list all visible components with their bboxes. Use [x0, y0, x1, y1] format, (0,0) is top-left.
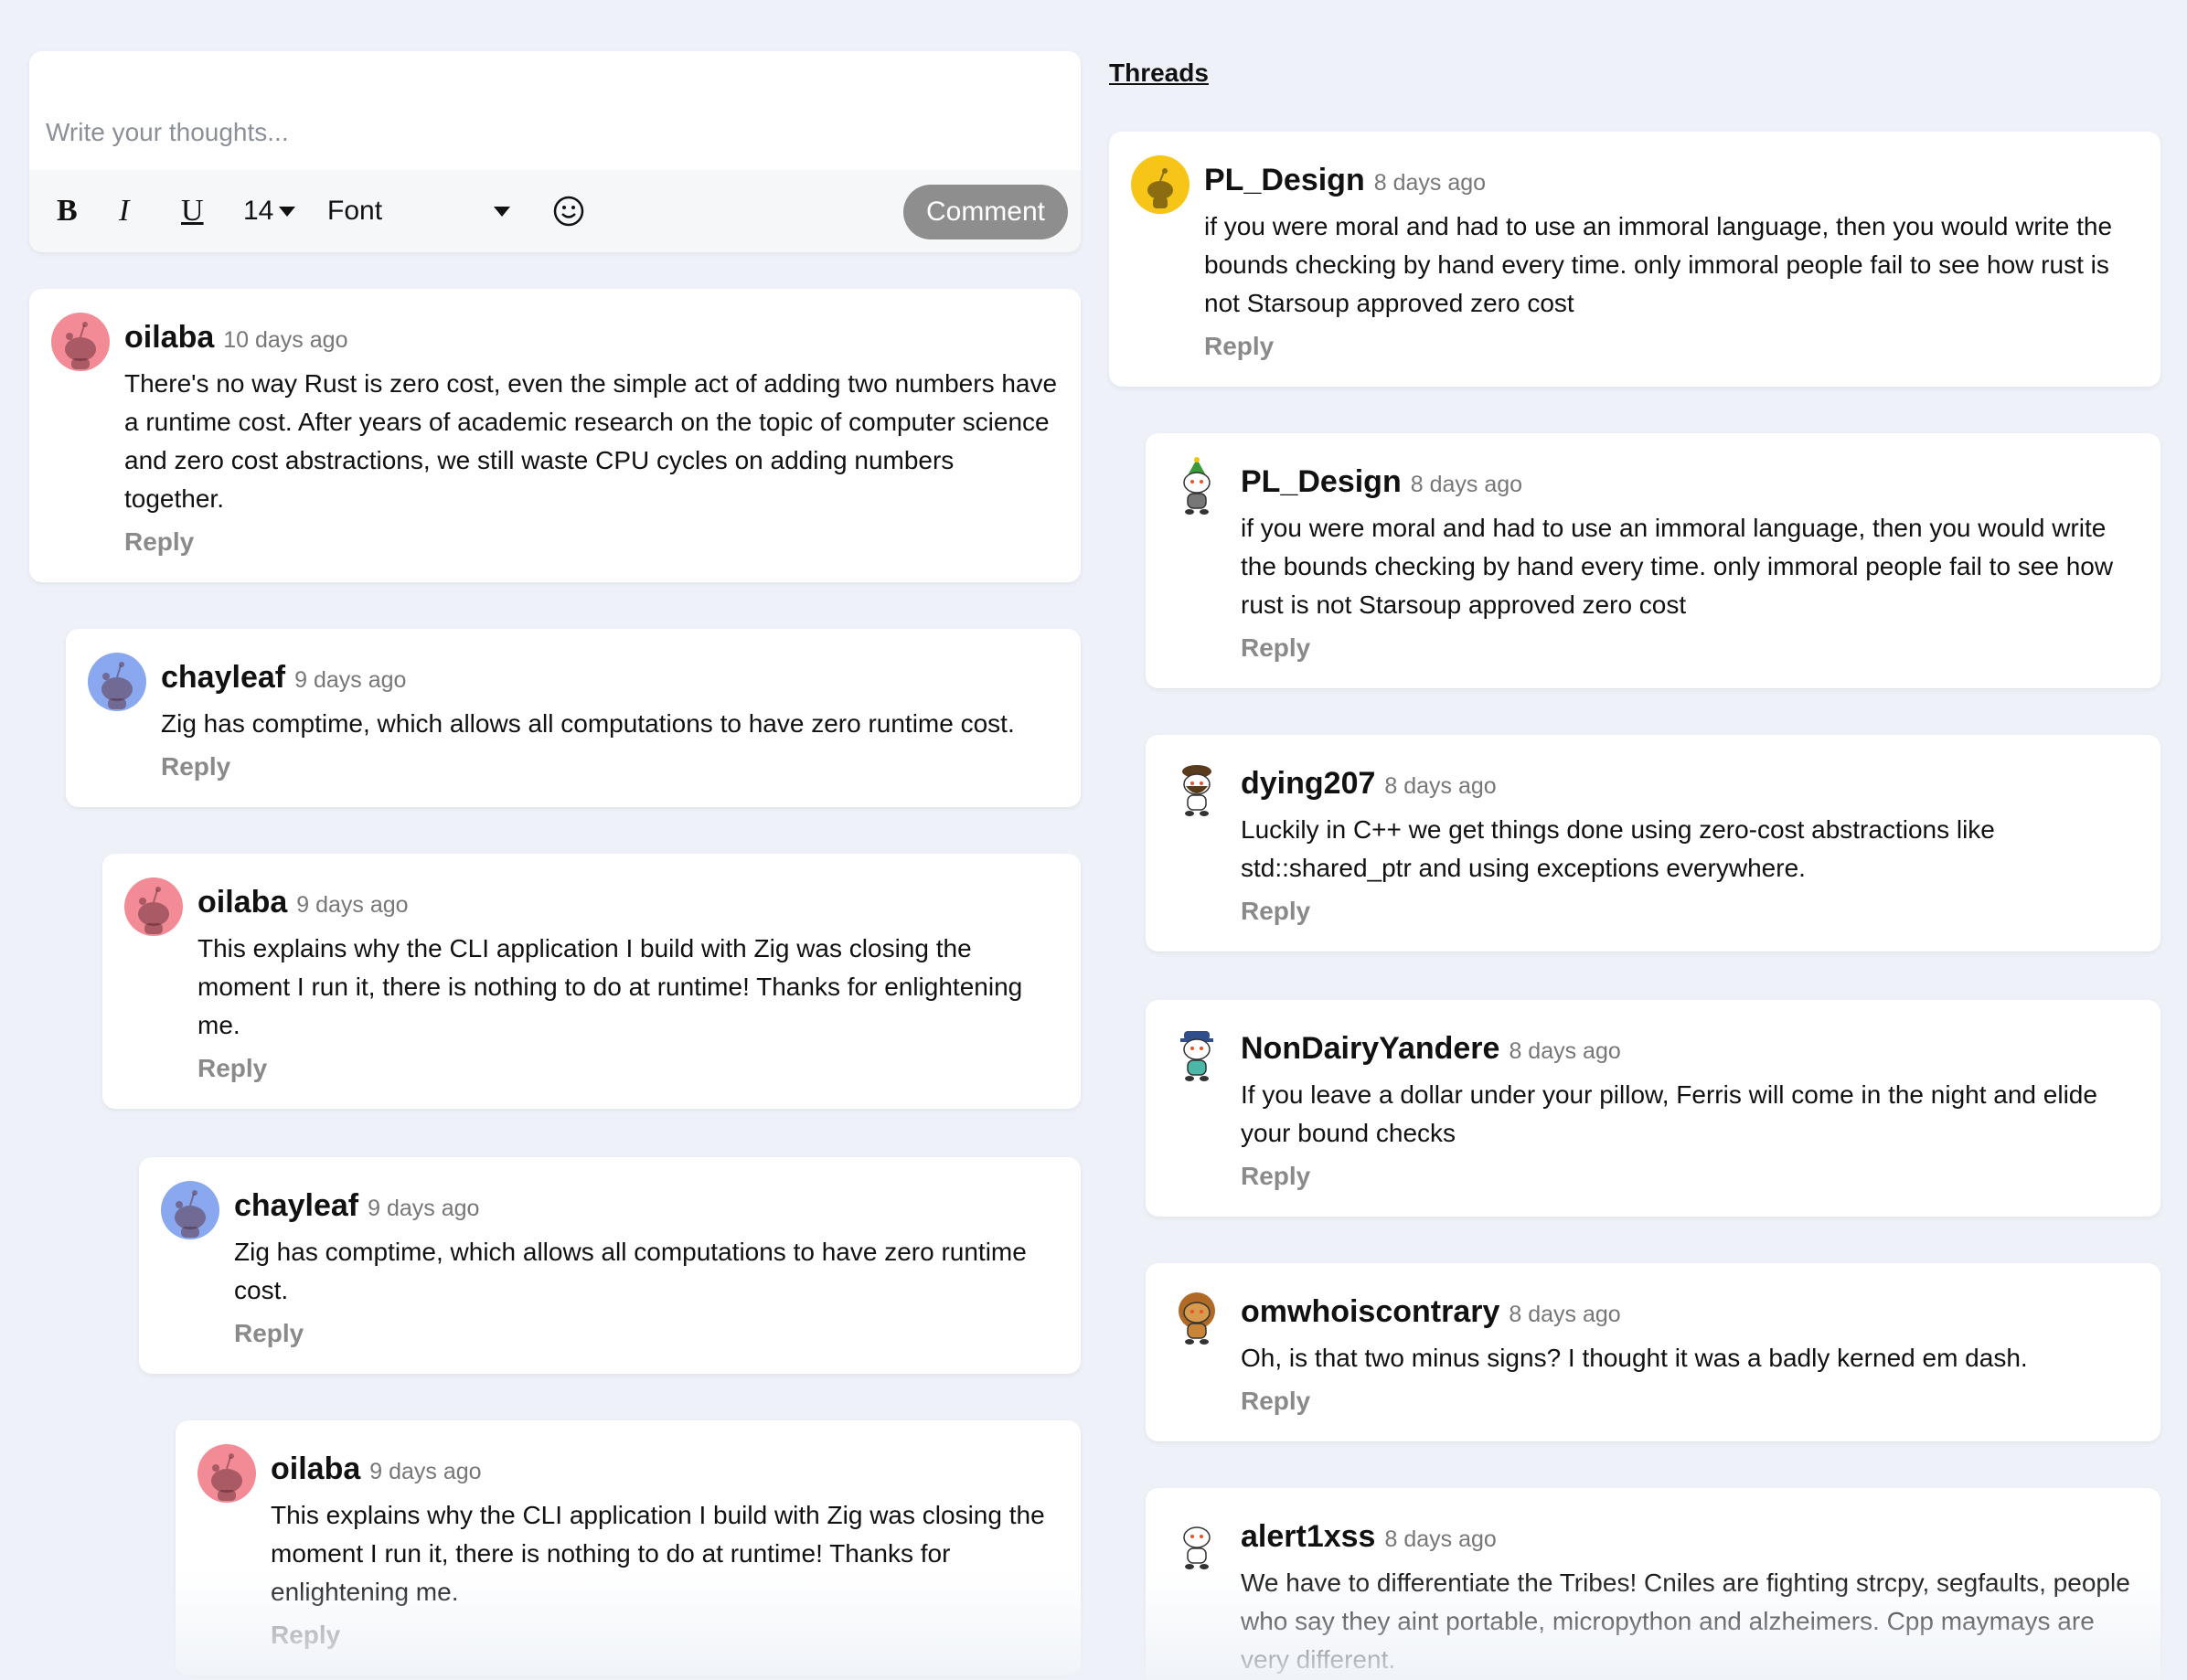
comment-text: If you leave a dollar under your pillow,…: [1241, 1080, 2097, 1147]
font-select[interactable]: Font: [327, 196, 510, 227]
comment-card: PL_Design 8 days ago if you were moral and…: [1109, 132, 2160, 387]
comment-header: PL_Design 8 days ago: [1204, 163, 2139, 198]
timestamp: 9 days ago: [368, 1196, 480, 1221]
comment-text: This explains why the CLI application I …: [271, 1501, 1045, 1606]
comment-card: chayleaf 9 days ago Zig has comptime, whic…: [139, 1157, 1081, 1374]
reply-button[interactable]: Reply: [234, 1319, 304, 1348]
snoo-lion-icon[interactable]: [1168, 1287, 1226, 1345]
timestamp: 10 days ago: [223, 327, 348, 353]
emoji-icon[interactable]: [552, 195, 585, 228]
comment-text: Zig has comptime, which allows all compu…: [161, 709, 1015, 738]
reply-button[interactable]: Reply: [271, 1621, 340, 1650]
snoo-default-icon[interactable]: [1168, 1512, 1226, 1570]
timestamp: 9 days ago: [294, 667, 407, 693]
chevron-down-icon: [279, 206, 296, 217]
avatar[interactable]: [197, 1444, 256, 1503]
username[interactable]: oilaba: [197, 885, 287, 920]
comment-text: Zig has comptime, which allows all compu…: [234, 1238, 1027, 1304]
snoo-captain-icon[interactable]: [1168, 1024, 1226, 1082]
reply-button[interactable]: Reply: [124, 527, 194, 557]
font-select-label: Font: [327, 196, 383, 226]
comment-header: NonDairyYandere 8 days ago: [1241, 1031, 2139, 1067]
comment-input[interactable]: [29, 51, 1081, 170]
comment-header: PL_Design 8 days ago: [1241, 464, 2139, 500]
avatar[interactable]: [51, 313, 110, 371]
comment-text: if you were moral and had to use an immo…: [1241, 514, 2114, 619]
italic-button[interactable]: I: [119, 194, 181, 229]
chevron-down-icon: [494, 206, 510, 217]
comment-editor: B I U 14 Font Comment: [29, 51, 1081, 252]
comment-header: chayleaf 9 days ago: [161, 660, 1059, 696]
threads-column: Threads PL_Design 8 days ago if you were m…: [1109, 58, 2160, 1680]
snoo-tree-hat-icon[interactable]: [1168, 457, 1226, 516]
reply-button[interactable]: Reply: [161, 752, 230, 782]
timestamp: 8 days ago: [1410, 472, 1523, 497]
comment-card: omwhoiscontrary 8 days ago Oh, is that two…: [1146, 1263, 2160, 1441]
comment-card: oilaba 9 days ago This explains why the CL…: [102, 854, 1081, 1109]
username[interactable]: PL_Design: [1204, 163, 1365, 198]
username[interactable]: oilaba: [271, 1451, 360, 1487]
comment-header: chayleaf 9 days ago: [234, 1188, 1059, 1224]
comment-card: oilaba 10 days ago There's no way Rust is …: [29, 289, 1081, 582]
reply-button[interactable]: Reply: [1241, 897, 1310, 926]
font-size-value: 14: [243, 196, 274, 226]
snoo-bearded-icon[interactable]: [1168, 759, 1226, 817]
comment-card: oilaba 9 days ago This explains why the CL…: [176, 1420, 1081, 1675]
threads-title[interactable]: Threads: [1109, 58, 1209, 88]
comment-header: dying207 8 days ago: [1241, 766, 2139, 802]
username[interactable]: omwhoiscontrary: [1241, 1294, 1499, 1330]
snoo-yellow-icon[interactable]: [1131, 155, 1190, 214]
username[interactable]: chayleaf: [161, 660, 285, 696]
timestamp: 8 days ago: [1373, 170, 1487, 196]
comment-header: oilaba 9 days ago: [197, 885, 1059, 920]
comment-card: NonDairyYandere 8 days ago If you leave a …: [1146, 1000, 2160, 1217]
comment-header: omwhoiscontrary 8 days ago: [1241, 1294, 2139, 1330]
comment-text: There's no way Rust is zero cost, even t…: [124, 369, 1058, 513]
timestamp: 9 days ago: [369, 1459, 482, 1484]
comment-card: chayleaf 9 days ago Zig has comptime, whic…: [66, 629, 1081, 807]
comment-button[interactable]: Comment: [903, 185, 1068, 239]
username[interactable]: dying207: [1241, 766, 1375, 802]
comment-header: alert1xss 8 days ago: [1241, 1519, 2139, 1555]
timestamp: 8 days ago: [1384, 773, 1497, 799]
comment-text: This explains why the CLI application I …: [197, 934, 1023, 1039]
reply-button[interactable]: Reply: [197, 1054, 267, 1083]
reply-button[interactable]: Reply: [1241, 1162, 1310, 1191]
timestamp: 8 days ago: [1384, 1526, 1497, 1552]
avatar[interactable]: [124, 877, 183, 936]
comment-text: if you were moral and had to use an immo…: [1204, 212, 2113, 317]
comment-text: We have to differentiate the Tribes! Cni…: [1241, 1568, 2130, 1674]
comment-header: oilaba 9 days ago: [271, 1451, 1059, 1487]
reply-button[interactable]: Reply: [1241, 1387, 1310, 1416]
font-size-select[interactable]: 14: [243, 196, 327, 227]
reply-button[interactable]: Reply: [1241, 633, 1310, 663]
timestamp: 9 days ago: [296, 892, 409, 918]
underline-button[interactable]: U: [181, 194, 243, 229]
reply-button[interactable]: Reply: [1204, 332, 1274, 361]
editor-toolbar: B I U 14 Font Comment: [29, 170, 1081, 252]
username[interactable]: oilaba: [124, 320, 214, 356]
comment-header: oilaba 10 days ago: [124, 320, 1059, 356]
comment-text: Luckily in C++ we get things done using …: [1241, 815, 1995, 882]
bold-button[interactable]: B: [57, 194, 119, 229]
avatar[interactable]: [161, 1181, 219, 1239]
comment-card: alert1xss 8 days ago We have to differenti…: [1146, 1488, 2160, 1680]
comment-text: Oh, is that two minus signs? I thought i…: [1241, 1344, 2028, 1372]
username[interactable]: chayleaf: [234, 1188, 358, 1224]
username[interactable]: NonDairyYandere: [1241, 1031, 1499, 1067]
username[interactable]: PL_Design: [1241, 464, 1402, 500]
avatar[interactable]: [88, 653, 146, 711]
comments-column: B I U 14 Font Comment oilaba 10 days ago T…: [29, 51, 1081, 1675]
comment-card: dying207 8 days ago Luckily in C++ we get …: [1146, 735, 2160, 952]
comment-card: PL_Design 8 days ago if you were moral and…: [1146, 433, 2160, 688]
timestamp: 8 days ago: [1509, 1038, 1621, 1064]
timestamp: 8 days ago: [1509, 1302, 1621, 1327]
username[interactable]: alert1xss: [1241, 1519, 1375, 1555]
